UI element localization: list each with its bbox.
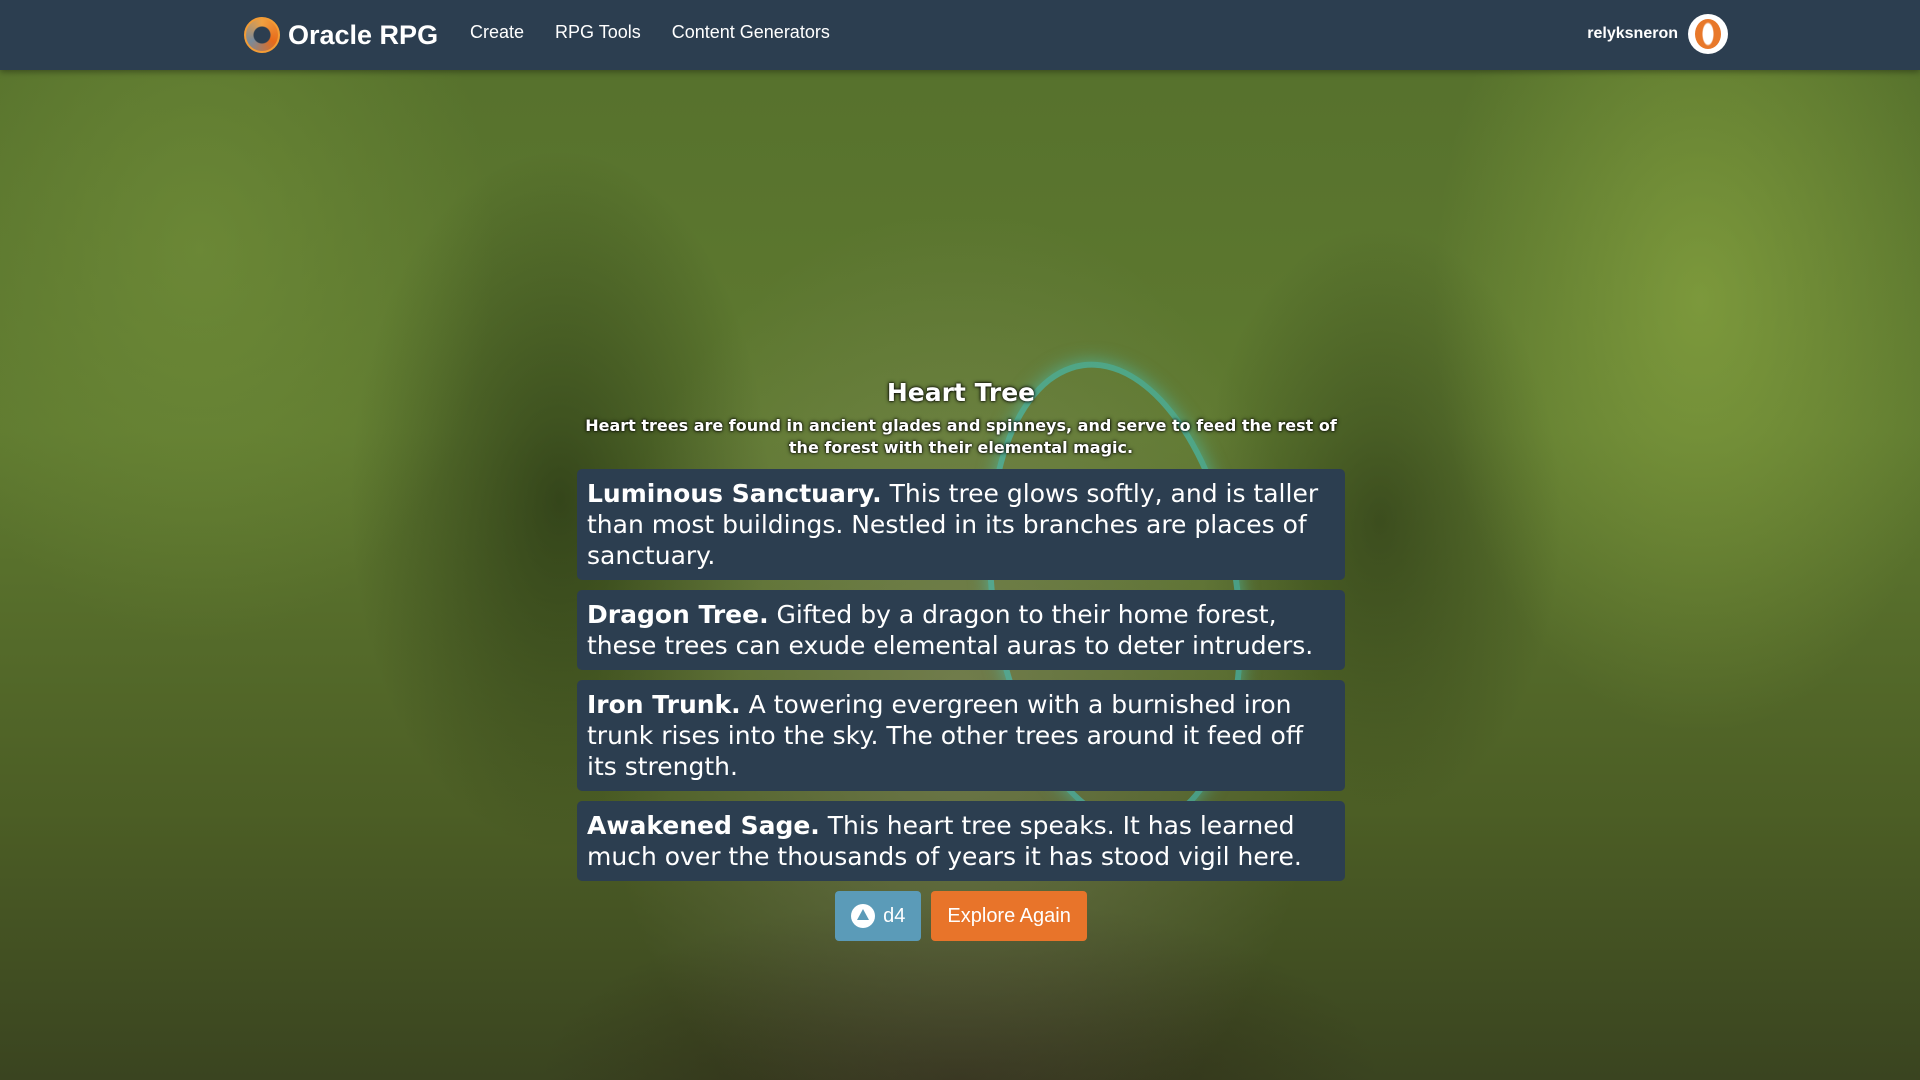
brand-link[interactable]: Oracle RPG xyxy=(244,16,438,54)
page-description: Heart trees are found in ancient glades … xyxy=(585,416,1337,457)
avatar-logo xyxy=(1695,19,1721,49)
entry-name: Awakened Sage. xyxy=(587,811,820,840)
nav-link-rpg-tools[interactable]: RPG Tools xyxy=(555,22,641,43)
result-card: Awakened Sage. This heart tree speaks. I… xyxy=(577,801,1345,881)
result-card: Luminous Sanctuary. This tree glows soft… xyxy=(577,469,1345,580)
generator-result: Heart Tree Heart trees are found in anci… xyxy=(577,378,1345,941)
roll-dice-button[interactable]: d4 xyxy=(835,891,922,941)
page-title: Heart Tree xyxy=(886,378,1036,407)
nav-link-create[interactable]: Create xyxy=(470,22,524,43)
action-buttons: d4 Explore Again xyxy=(577,891,1345,941)
result-card: Dragon Tree. Gifted by a dragon to their… xyxy=(577,590,1345,670)
user-menu[interactable]: relyksneron xyxy=(1587,14,1728,54)
oracle-logo-icon xyxy=(244,17,280,53)
entry-name: Iron Trunk. xyxy=(587,690,741,719)
nav-links: Create RPG Tools Content Generators xyxy=(470,22,861,43)
entry-name: Luminous Sanctuary. xyxy=(587,479,882,508)
username: relyksneron xyxy=(1587,25,1678,42)
top-navbar: Oracle RPG Create RPG Tools Content Gene… xyxy=(0,0,1920,70)
nav-link-content-generators[interactable]: Content Generators xyxy=(672,22,830,43)
result-card: Iron Trunk. A towering evergreen with a … xyxy=(577,680,1345,791)
user-avatar-icon[interactable] xyxy=(1688,14,1728,54)
d20-icon xyxy=(851,904,876,928)
entry-name: Dragon Tree. xyxy=(587,600,769,629)
explore-again-button[interactable]: Explore Again xyxy=(931,891,1087,941)
brand-name: Oracle RPG xyxy=(288,19,439,50)
dice-label: d4 xyxy=(883,904,906,927)
